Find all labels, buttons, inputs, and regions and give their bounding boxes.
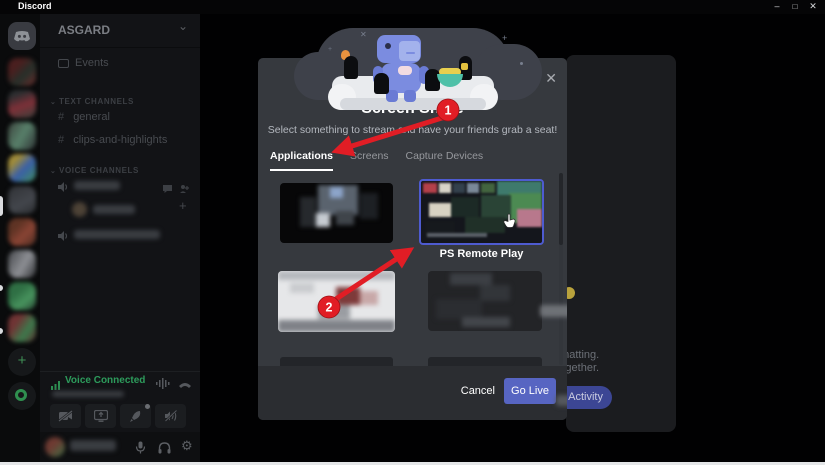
voice-controls bbox=[50, 404, 186, 428]
tab-screens[interactable]: Screens bbox=[350, 150, 389, 171]
gear-icon[interactable]: ⚙ bbox=[181, 438, 193, 454]
modal-title: Screen Share bbox=[258, 100, 567, 118]
app-tile[interactable] bbox=[278, 271, 395, 332]
category-chevron-icon: ⌄ bbox=[50, 99, 59, 106]
activities-button[interactable] bbox=[120, 404, 151, 428]
server-icon[interactable] bbox=[8, 218, 36, 246]
chat-bubble-icon bbox=[162, 181, 173, 199]
noise-suppression-icon[interactable] bbox=[156, 376, 170, 394]
server-icon[interactable] bbox=[8, 314, 36, 342]
screen-share-icon bbox=[94, 410, 108, 422]
discover-icon bbox=[15, 389, 27, 401]
go-live-button[interactable]: Go Live bbox=[504, 378, 556, 404]
close-icon[interactable]: ✕ bbox=[545, 70, 557, 87]
add-server-button[interactable]: + bbox=[8, 348, 36, 376]
minimize-button[interactable]: – bbox=[769, 0, 785, 13]
soundboard-off-button[interactable] bbox=[155, 404, 186, 428]
server-icon[interactable] bbox=[8, 186, 36, 214]
scrollbar-thumb[interactable] bbox=[559, 173, 563, 245]
add-person-icon bbox=[179, 181, 190, 199]
modal-subtitle: Select something to stream and have your… bbox=[258, 124, 567, 136]
welcome-text-line2: borate together. bbox=[566, 362, 599, 374]
username-blurred bbox=[93, 205, 135, 214]
camera-off-button[interactable] bbox=[50, 404, 81, 428]
discord-logo-icon bbox=[13, 30, 31, 48]
channel-item-general[interactable]: # general bbox=[58, 111, 110, 123]
voice-channel-name-blurred bbox=[74, 181, 120, 190]
server-header[interactable]: ASGARD ⌄ bbox=[40, 14, 200, 48]
app-tile-partial[interactable] bbox=[280, 357, 393, 366]
start-activity-button[interactable]: Activity bbox=[566, 386, 612, 409]
headphones-icon[interactable] bbox=[158, 441, 171, 459]
invite-plus-icon[interactable]: + bbox=[179, 198, 187, 213]
voice-channel-path-blurred bbox=[52, 391, 124, 397]
plus-icon: + bbox=[18, 352, 27, 369]
app-label-ps-remote-play: PS Remote Play bbox=[419, 248, 544, 260]
scrollbar-track bbox=[559, 173, 563, 365]
text-channels-header[interactable]: ⌄ TEXT CHANNELS bbox=[50, 97, 134, 106]
soundboard-off-icon bbox=[164, 410, 178, 422]
voice-connected-label: Voice Connected bbox=[65, 375, 145, 386]
mic-icon[interactable] bbox=[135, 441, 146, 459]
welcome-card: o start chatting. borate together. Activ… bbox=[566, 55, 676, 432]
channel-item-clips[interactable]: # clips-and-highlights bbox=[58, 134, 167, 146]
server-unread-dot bbox=[0, 285, 3, 291]
screen-share-button[interactable] bbox=[85, 404, 116, 428]
avatar bbox=[72, 202, 87, 217]
speaker-icon bbox=[57, 229, 69, 247]
server-icon[interactable] bbox=[8, 90, 36, 118]
rocket-icon bbox=[129, 410, 142, 423]
screen-share-modal: ✕ Screen Share Select something to strea… bbox=[258, 58, 567, 420]
app-label-blurred bbox=[540, 305, 567, 317]
username-blurred bbox=[70, 440, 116, 451]
avatar[interactable] bbox=[45, 437, 65, 457]
server-icon[interactable] bbox=[8, 58, 36, 86]
close-button[interactable]: ✕ bbox=[805, 0, 821, 13]
window-title: Discord bbox=[18, 1, 52, 11]
home-button[interactable] bbox=[8, 22, 36, 50]
user-bar: ⚙ bbox=[40, 432, 200, 465]
app-label-blurred bbox=[556, 395, 567, 406]
server-icon[interactable] bbox=[8, 250, 36, 278]
server-icon[interactable] bbox=[8, 122, 36, 150]
channel-sidebar: ASGARD ⌄ Events ⌄ TEXT CHANNELS # genera… bbox=[40, 14, 200, 465]
notification-dot bbox=[145, 404, 150, 409]
events-label: Events bbox=[75, 57, 109, 69]
cancel-button[interactable]: Cancel bbox=[461, 385, 495, 397]
events-item[interactable]: Events bbox=[58, 57, 109, 69]
welcome-text-line1: o start chatting. bbox=[566, 349, 599, 361]
server-selected-pill bbox=[0, 196, 3, 216]
voice-status-panel: Voice Connected bbox=[40, 371, 200, 433]
server-name: ASGARD bbox=[58, 23, 110, 37]
modal-footer: Cancel Go Live bbox=[258, 366, 567, 420]
calendar-icon bbox=[58, 59, 69, 68]
maximize-button[interactable]: □ bbox=[787, 0, 803, 13]
app-tile-ps-remote-play[interactable] bbox=[419, 179, 544, 245]
server-icon[interactable] bbox=[8, 154, 36, 182]
category-chevron-icon: ⌄ bbox=[50, 168, 59, 175]
voice-channels-header[interactable]: ⌄ VOICE CHANNELS bbox=[50, 166, 139, 175]
discord-window: Discord – □ ✕ + ASGARD ⌄ bbox=[0, 0, 825, 465]
tab-applications[interactable]: Applications bbox=[270, 150, 333, 171]
hash-icon: # bbox=[58, 134, 64, 146]
emoji-icon bbox=[566, 287, 575, 299]
speaker-icon bbox=[57, 180, 69, 198]
tab-capture-devices[interactable]: Capture Devices bbox=[406, 150, 484, 171]
camera-off-icon bbox=[58, 410, 73, 422]
hash-icon: # bbox=[58, 111, 64, 123]
title-bar: Discord – □ ✕ bbox=[0, 0, 825, 14]
app-tile-partial[interactable] bbox=[428, 357, 542, 366]
explore-servers-button[interactable] bbox=[8, 382, 36, 410]
app-tile[interactable] bbox=[428, 271, 542, 331]
modal-tabs: Applications Screens Capture Devices bbox=[270, 150, 483, 171]
chevron-down-icon: ⌄ bbox=[178, 19, 188, 33]
server-rail: + bbox=[0, 14, 40, 465]
disconnect-call-icon[interactable] bbox=[178, 376, 192, 394]
voice-channel-name-blurred bbox=[74, 230, 160, 239]
server-unread-dot bbox=[0, 328, 3, 334]
app-tile[interactable] bbox=[280, 183, 393, 243]
hand-cursor-icon bbox=[503, 213, 516, 233]
server-icon[interactable] bbox=[8, 282, 36, 310]
